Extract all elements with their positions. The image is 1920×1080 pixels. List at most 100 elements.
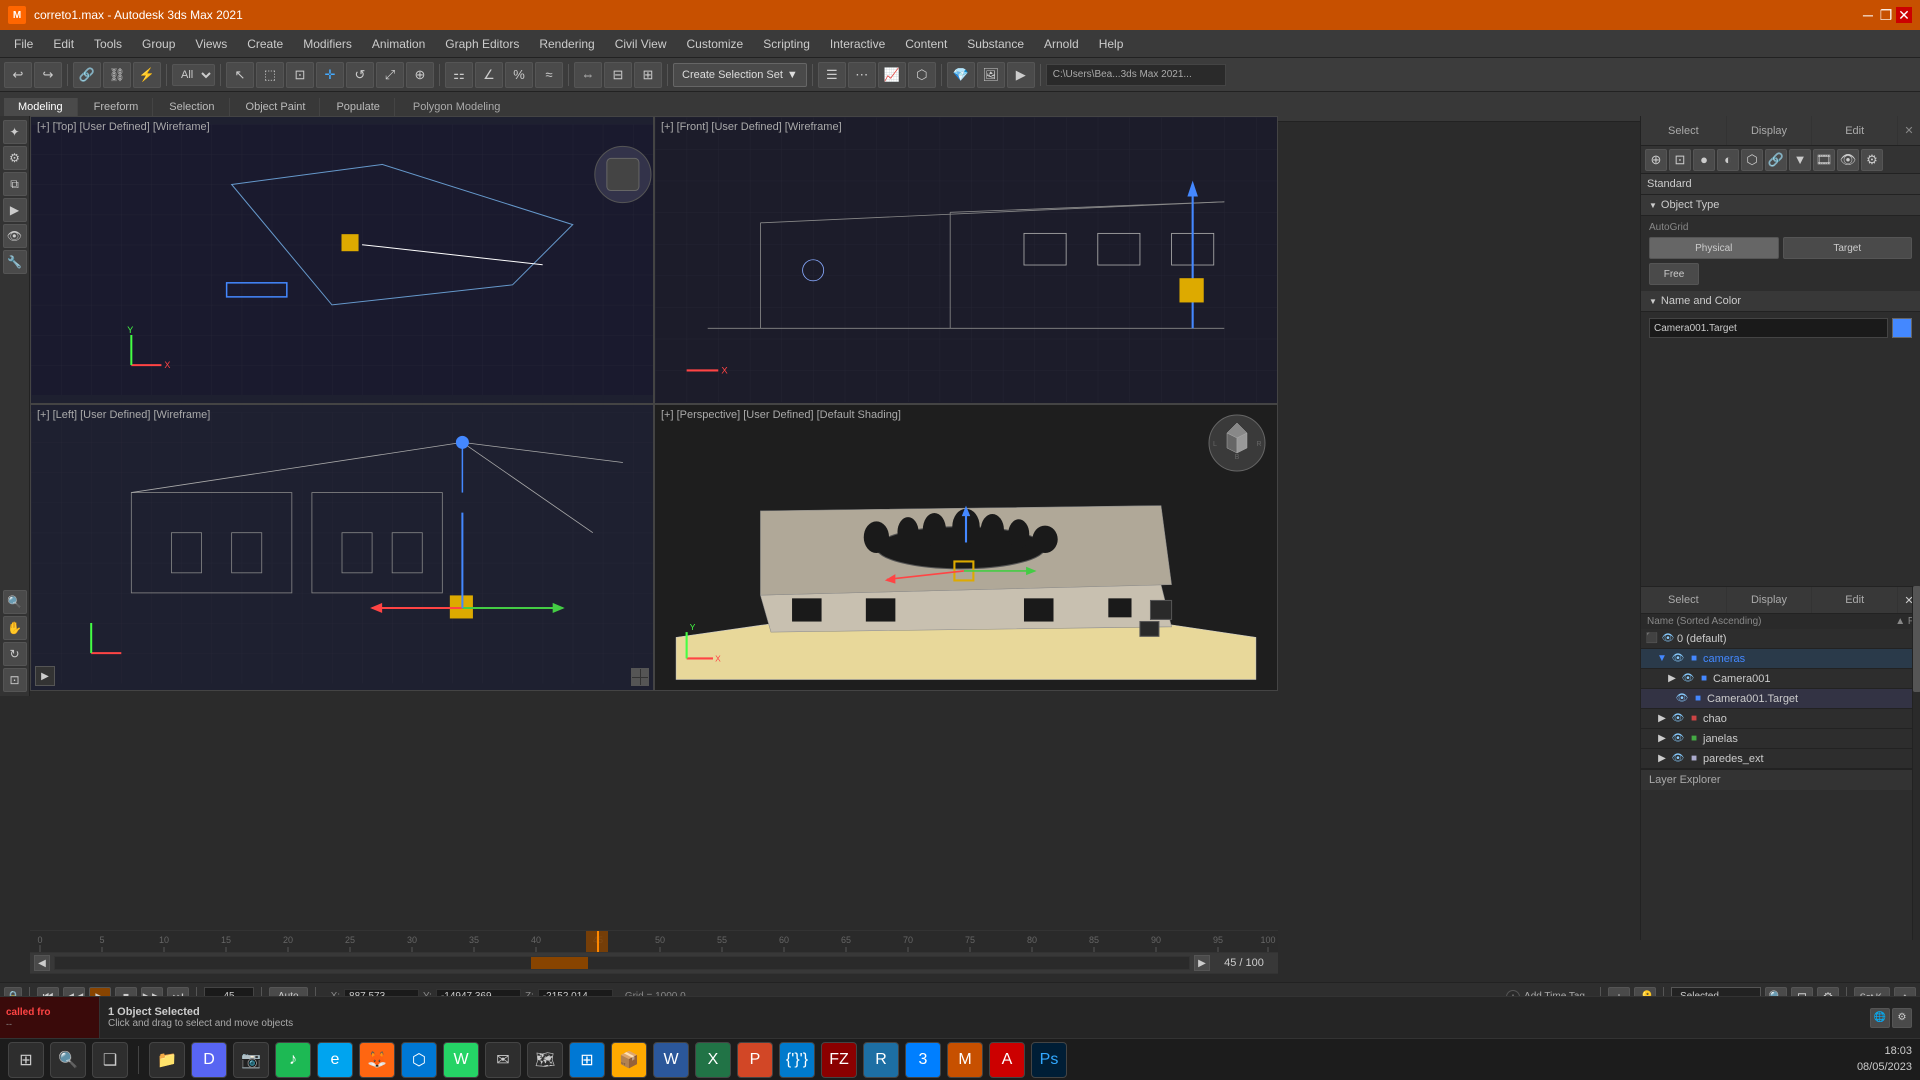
tab-freeform[interactable]: Freeform — [80, 98, 154, 116]
menu-create[interactable]: Create — [237, 33, 293, 55]
taskbar-app-ppt[interactable]: P — [737, 1042, 773, 1078]
tab-modeling[interactable]: Modeling — [4, 98, 78, 116]
menu-arnold[interactable]: Arnold — [1034, 33, 1089, 55]
free-btn[interactable]: Free — [1649, 263, 1699, 285]
taskbar-app-3dsmax-2[interactable]: M — [947, 1042, 983, 1078]
rotate-button[interactable]: ↺ — [346, 62, 374, 88]
taskbar-app-camera[interactable]: 📷 — [233, 1042, 269, 1078]
restore-button[interactable]: ❐ — [1878, 7, 1894, 23]
zoom-extents-btn[interactable]: ⊡ — [3, 668, 27, 692]
scene-row-chao[interactable]: ▶ 👁 ■ chao — [1641, 709, 1920, 729]
frame-prev-btn[interactable]: ◀ — [34, 955, 50, 971]
scene-row-cameras[interactable]: ▼ 👁 ■ cameras — [1641, 649, 1920, 669]
taskbar-app-filezip[interactable]: 📦 — [611, 1042, 647, 1078]
object-name-input[interactable] — [1649, 318, 1888, 338]
ribbon-toggle[interactable]: ⋯ — [848, 62, 876, 88]
taskbar-app-revit[interactable]: R — [863, 1042, 899, 1078]
render-button[interactable]: ▶ — [1007, 62, 1035, 88]
orbit-btn[interactable]: ↻ — [3, 642, 27, 666]
taskbar-app-whatsapp[interactable]: W — [443, 1042, 479, 1078]
scene-row-janelas[interactable]: ▶ 👁 ■ janelas — [1641, 729, 1920, 749]
minimize-button[interactable]: ─ — [1860, 7, 1876, 23]
rp-icon-7[interactable]: ▼ — [1789, 149, 1811, 171]
taskbar-app-photoshop[interactable]: Ps — [1031, 1042, 1067, 1078]
mirror-button[interactable]: ⇔ — [574, 62, 602, 88]
display-panel-btn[interactable]: 👁 — [3, 224, 27, 248]
viewport-perspective[interactable]: [+] [Perspective] [User Defined] [Defaul… — [654, 404, 1278, 692]
target-btn[interactable]: Target — [1783, 237, 1913, 259]
schematic-view[interactable]: ⬡ — [908, 62, 936, 88]
select-region-button[interactable]: ⬚ — [256, 62, 284, 88]
taskbar-app-maps[interactable]: 🗺 — [527, 1042, 563, 1078]
viewport-top[interactable]: [+] [Top] [User Defined] [Wireframe] X Y — [30, 116, 654, 404]
viewport-left[interactable]: [+] [Left] [User Defined] [Wireframe] — [30, 404, 654, 692]
menu-edit[interactable]: Edit — [43, 33, 84, 55]
rp-icon-3[interactable]: ● — [1693, 149, 1715, 171]
close-button[interactable]: ✕ — [1896, 7, 1912, 23]
utility-panel-btn[interactable]: 🔧 — [3, 250, 27, 274]
taskbar-app-browser1[interactable]: e — [317, 1042, 353, 1078]
curve-editor[interactable]: 📈 — [878, 62, 906, 88]
rp-tab-display[interactable]: Display — [1727, 116, 1813, 145]
taskbar-app-vscode[interactable]: {'}'} — [779, 1042, 815, 1078]
tab-populate[interactable]: Populate — [322, 98, 394, 116]
rp-icon-8[interactable]: 🎞 — [1813, 149, 1835, 171]
move-button[interactable]: ✛ — [316, 62, 344, 88]
menu-tools[interactable]: Tools — [84, 33, 132, 55]
placement-button[interactable]: ⊕ — [406, 62, 434, 88]
select-window-button[interactable]: ⊡ — [286, 62, 314, 88]
taskbar-app-email[interactable]: ✉ — [485, 1042, 521, 1078]
menu-views[interactable]: Views — [185, 33, 237, 55]
scene-row-paredes[interactable]: ▶ 👁 ■ paredes_ext — [1641, 749, 1920, 769]
taskbar-app-music[interactable]: ♪ — [275, 1042, 311, 1078]
taskbar-app-browser2[interactable]: 🦊 — [359, 1042, 395, 1078]
menu-help[interactable]: Help — [1089, 33, 1134, 55]
bind-button[interactable]: ⚡ — [133, 62, 161, 88]
menu-rendering[interactable]: Rendering — [529, 33, 604, 55]
object-type-header[interactable]: Object Type — [1641, 195, 1920, 216]
motion-panel-btn[interactable]: ▶ — [3, 198, 27, 222]
menu-interactive[interactable]: Interactive — [820, 33, 895, 55]
scene-row-camera001[interactable]: ▶ 👁 ■ Camera001 — [1641, 669, 1920, 689]
scene-row-camera001-target[interactable]: 👁 ■ Camera001.Target — [1641, 689, 1920, 709]
play-viewport-btn[interactable]: ▶ — [35, 666, 55, 686]
status-icon-1[interactable]: 🌐 — [1870, 1008, 1890, 1028]
create-selection-set-button[interactable]: Create Selection Set ▼ — [673, 63, 807, 87]
color-swatch[interactable] — [1892, 318, 1912, 338]
rp-icon-10[interactable]: ⚙ — [1861, 149, 1883, 171]
zoom-btn[interactable]: 🔍 — [3, 590, 27, 614]
angle-snap[interactable]: ∠ — [475, 62, 503, 88]
frame-scrollbar[interactable] — [54, 956, 1190, 970]
rp-tab-select[interactable]: Select — [1641, 116, 1727, 145]
align-view[interactable]: ⊞ — [634, 62, 662, 88]
percent-snap[interactable]: % — [505, 62, 533, 88]
modify-panel-btn[interactable]: ⚙ — [3, 146, 27, 170]
taskbar-app-files[interactable]: 📁 — [149, 1042, 185, 1078]
tab-object-paint[interactable]: Object Paint — [232, 98, 321, 116]
taskbar-app-discord[interactable]: D — [191, 1042, 227, 1078]
scale-button[interactable]: ⤢ — [376, 62, 404, 88]
spinner-snap[interactable]: ≈ — [535, 62, 563, 88]
render-setup[interactable]: 🖼 — [977, 62, 1005, 88]
viewport-layout-btn[interactable] — [631, 668, 649, 686]
taskbar-app-store[interactable]: ⊞ — [569, 1042, 605, 1078]
name-color-header[interactable]: Name and Color — [1641, 291, 1920, 312]
scene-row-default[interactable]: ⬛ 👁 0 (default) — [1641, 629, 1920, 649]
rp-tab-edit[interactable]: Edit — [1812, 116, 1898, 145]
rp-icon-9[interactable]: 👁 — [1837, 149, 1859, 171]
create-panel-btn[interactable]: ✦ — [3, 120, 27, 144]
align-button[interactable]: ⊟ — [604, 62, 632, 88]
taskbar-app-filezilla[interactable]: FZ — [821, 1042, 857, 1078]
hierarchy-panel-btn[interactable]: ⧉ — [3, 172, 27, 196]
scene-tree-scrollbar[interactable] — [1912, 586, 1920, 940]
layer-manager[interactable]: ☰ — [818, 62, 846, 88]
taskbar-app-autocad[interactable]: A — [989, 1042, 1025, 1078]
material-editor[interactable]: 💎 — [947, 62, 975, 88]
menu-modifiers[interactable]: Modifiers — [293, 33, 362, 55]
menu-group[interactable]: Group — [132, 33, 185, 55]
menu-animation[interactable]: Animation — [362, 33, 435, 55]
link-button[interactable]: 🔗 — [73, 62, 101, 88]
menu-content[interactable]: Content — [895, 33, 957, 55]
redo-button[interactable]: ↪ — [34, 62, 62, 88]
frame-next-btn[interactable]: ▶ — [1194, 955, 1210, 971]
